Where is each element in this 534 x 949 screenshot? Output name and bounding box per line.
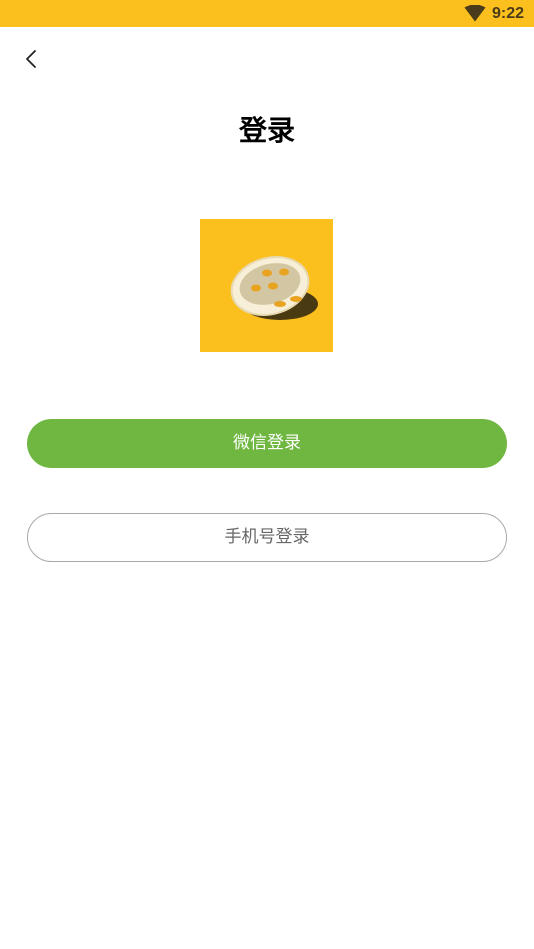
- phone-login-button[interactable]: 手机号登录: [27, 513, 507, 562]
- back-button[interactable]: [14, 42, 50, 76]
- wechat-login-button[interactable]: 微信登录: [27, 419, 507, 468]
- button-logo-icon: [230, 256, 318, 320]
- chevron-left-icon: [26, 50, 36, 68]
- status-time: 9:22: [491, 5, 524, 22]
- app-logo: [200, 219, 333, 352]
- page-title: 登录: [238, 114, 295, 147]
- wifi-icon: [464, 4, 486, 22]
- status-bar: 9:22: [0, 0, 534, 27]
